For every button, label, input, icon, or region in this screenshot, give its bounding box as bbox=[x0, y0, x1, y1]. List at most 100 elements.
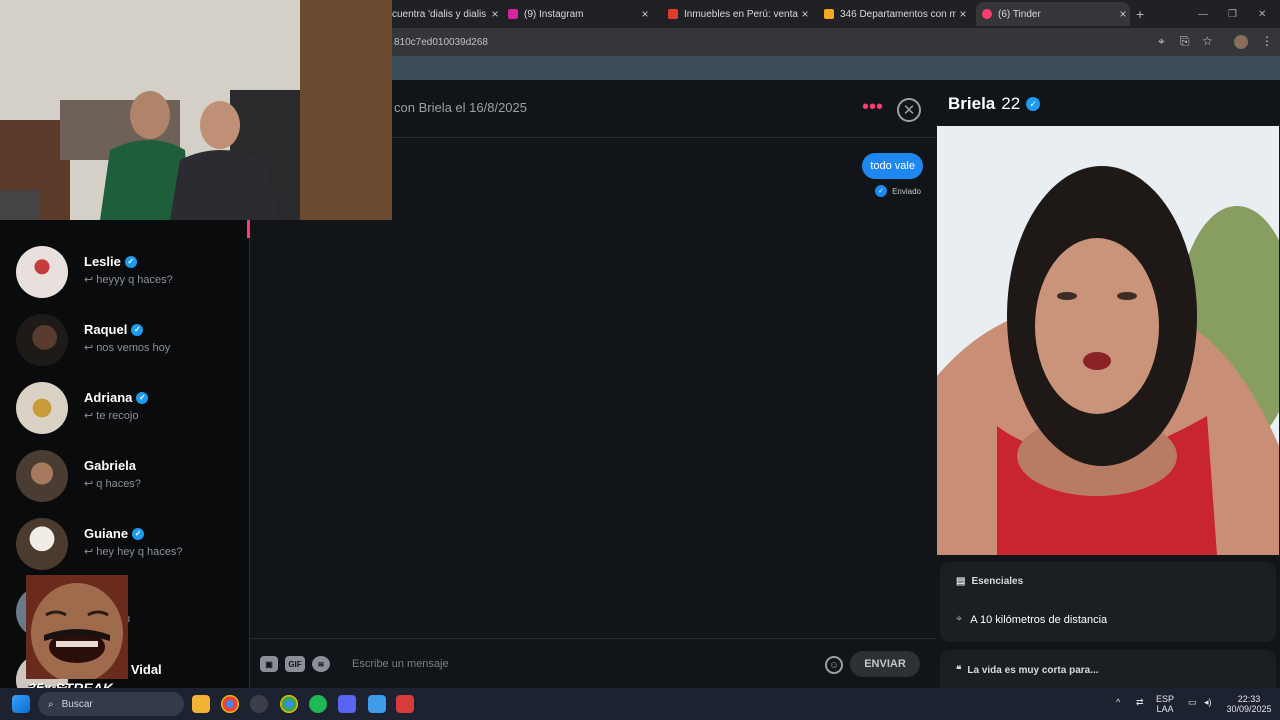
clock[interactable]: 22:33 30/09/2025 bbox=[1222, 694, 1276, 714]
tab-tinder[interactable]: (6) Tinder × bbox=[976, 2, 1130, 26]
tab-dialis[interactable]: cuentra 'dialis y dialis × bbox=[392, 2, 502, 26]
tab-instagram[interactable]: (9) Instagram × bbox=[502, 2, 652, 26]
match-name: Gabriela bbox=[84, 458, 137, 473]
reply-icon: ↩ bbox=[84, 410, 97, 422]
tab-label: 346 Departamentos con más d bbox=[840, 8, 956, 20]
close-icon[interactable]: × bbox=[638, 7, 652, 21]
profile-photo-image bbox=[937, 126, 1279, 555]
notepad-icon[interactable] bbox=[368, 695, 386, 713]
chrome-profile-icon[interactable] bbox=[280, 695, 298, 713]
taskbar: ⌕ Buscar ^ ⇄ ESP LAA ▭ ◂) 22:33 30/09/20… bbox=[0, 688, 1280, 720]
match-raquel[interactable]: Raquel ✓ ↩ nos vemos hoy bbox=[16, 314, 246, 368]
network-icon[interactable]: ⇄ bbox=[1136, 697, 1144, 707]
match-last-message: q haces? bbox=[96, 478, 141, 490]
close-icon[interactable]: × bbox=[1116, 7, 1130, 21]
volume-icon[interactable]: ◂) bbox=[1204, 697, 1212, 707]
profile-avatar-icon[interactable] bbox=[1234, 35, 1248, 49]
display-icon[interactable]: ▭ bbox=[1188, 697, 1197, 707]
avatar bbox=[16, 382, 68, 434]
send-button[interactable]: ENVIAR bbox=[850, 651, 920, 677]
tinder-icon bbox=[982, 9, 992, 19]
bio-title: La vida es muy corta para... bbox=[967, 665, 1099, 676]
meme-overlay bbox=[26, 575, 128, 679]
close-icon[interactable]: × bbox=[956, 7, 970, 21]
url-field[interactable]: 810c7ed010039d268 bbox=[394, 37, 488, 48]
match-name: Raquel bbox=[84, 322, 128, 337]
spotify-icon[interactable]: ≋ bbox=[312, 656, 330, 672]
app-icon[interactable] bbox=[396, 695, 414, 713]
match-name: Guiane bbox=[84, 526, 129, 541]
sticker-icon[interactable]: ▣ bbox=[260, 656, 278, 672]
site-icon bbox=[668, 9, 678, 19]
essentials-title: Esenciales bbox=[971, 576, 1024, 587]
avatar bbox=[16, 314, 68, 366]
match-last-message: te recojo bbox=[96, 410, 139, 422]
essentials-section: ▤ Esenciales bbox=[956, 576, 1023, 587]
tab-inmuebles[interactable]: Inmuebles en Perú: venta y alq × bbox=[662, 2, 812, 26]
profile-panel: Briela 22 ✓ ▤ Esenciales ⌖ A 10 kilómetr… bbox=[936, 80, 1280, 688]
house-icon bbox=[824, 9, 834, 19]
match-last-message-row: ↩ hey hey q haces? bbox=[84, 545, 183, 558]
reply-icon: ↩ bbox=[84, 478, 97, 490]
distance-row: ⌖ A 10 kilómetros de distancia bbox=[956, 613, 1107, 626]
window-close-icon[interactable]: ✕ bbox=[1258, 2, 1270, 26]
new-tab-button[interactable]: + bbox=[1136, 2, 1150, 26]
more-options-icon[interactable]: ••• bbox=[862, 96, 883, 119]
verified-icon: ✓ bbox=[1026, 97, 1041, 111]
taskbar-search[interactable]: ⌕ Buscar bbox=[38, 692, 184, 716]
match-last-message: nos vemos hoy bbox=[96, 342, 171, 354]
reply-icon: ↩ bbox=[84, 274, 97, 286]
tab-label: (9) Instagram bbox=[524, 8, 584, 20]
file-explorer-icon[interactable] bbox=[192, 695, 210, 713]
spotify-icon[interactable] bbox=[309, 695, 327, 713]
instagram-icon bbox=[508, 9, 518, 19]
message-input[interactable]: Escribe un mensaje bbox=[352, 658, 449, 670]
star-icon[interactable]: ☆ bbox=[1202, 34, 1213, 48]
avatar bbox=[16, 518, 68, 570]
search-icon: ⌕ bbox=[48, 698, 54, 710]
emoji-icon[interactable]: ☺ bbox=[825, 656, 843, 674]
verified-icon: ✓ bbox=[136, 391, 149, 404]
verified-icon: ✓ bbox=[124, 255, 137, 268]
match-guiane[interactable]: Guiane ✓ ↩ hey hey q haces? bbox=[16, 518, 246, 572]
match-adriana[interactable]: Adriana ✓ ↩ te recojo bbox=[16, 382, 246, 436]
location-icon[interactable]: ⌖ bbox=[1158, 34, 1165, 49]
profile-photo[interactable] bbox=[937, 126, 1279, 555]
match-name: Adriana bbox=[84, 390, 133, 405]
language-code: ESP bbox=[1156, 694, 1175, 704]
bio-card: ❝ La vida es muy corta para... bbox=[940, 650, 1276, 688]
close-icon[interactable]: × bbox=[488, 7, 502, 21]
windows-start-icon[interactable] bbox=[12, 695, 30, 713]
chat-title: con Briela el 16/8/2025 bbox=[394, 100, 527, 115]
restore-icon[interactable]: ❐ bbox=[1228, 2, 1240, 26]
bio-section: ❝ La vida es muy corta para... bbox=[956, 665, 1099, 676]
install-icon[interactable]: ⎘ bbox=[1180, 34, 1190, 49]
minimize-icon[interactable]: — bbox=[1198, 2, 1210, 26]
obs-icon[interactable] bbox=[250, 695, 268, 713]
message-status-label: Enviado bbox=[892, 186, 921, 196]
sent-message-bubble: todo vale bbox=[862, 153, 923, 179]
close-chat-icon[interactable]: ✕ bbox=[897, 98, 921, 122]
chevron-up-icon[interactable]: ^ bbox=[1116, 697, 1120, 707]
match-name-row: Raquel ✓ bbox=[84, 322, 144, 337]
match-last-message-row: ↩ nos vemos hoy bbox=[84, 341, 170, 354]
match-last-message-row: ↩ heyyy q haces? bbox=[84, 273, 173, 286]
tab-departamentos[interactable]: 346 Departamentos con más d × bbox=[818, 2, 970, 26]
tab-label: (6) Tinder bbox=[998, 8, 1041, 20]
quote-icon: ❝ bbox=[956, 665, 962, 676]
message-composer: ▣ GIF ≋ Escribe un mensaje ☺ ENVIAR bbox=[250, 638, 936, 688]
clock-time: 22:33 bbox=[1237, 694, 1261, 704]
match-leslie[interactable]: Leslie ✓ ↩ heyyy q haces? bbox=[16, 246, 246, 300]
match-last-message: heyyy q haces? bbox=[96, 274, 173, 286]
match-gabriela[interactable]: Gabriela ↩ q haces? bbox=[16, 450, 246, 504]
close-icon[interactable]: × bbox=[798, 7, 812, 21]
message-status: ✓ Enviado bbox=[875, 185, 921, 197]
chrome-icon[interactable] bbox=[221, 695, 239, 713]
language-indicator[interactable]: ESP LAA bbox=[1156, 694, 1174, 714]
discord-icon[interactable] bbox=[338, 695, 356, 713]
menu-icon[interactable]: ⋮ bbox=[1261, 34, 1273, 48]
profile-age: 22 bbox=[1001, 94, 1021, 113]
gif-button[interactable]: GIF bbox=[285, 656, 305, 672]
match-last-message: hey hey q haces? bbox=[96, 546, 183, 558]
laughing-face-image bbox=[26, 575, 128, 679]
